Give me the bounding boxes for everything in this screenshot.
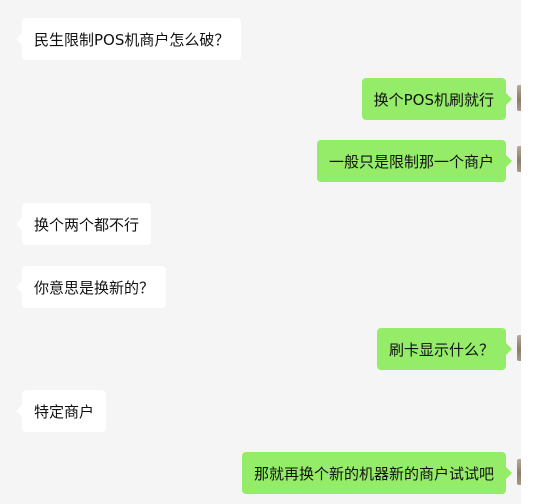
message-text: 换个两个都不行	[34, 215, 140, 234]
message-bubble-outgoing[interactable]: 刷卡显示什么？	[376, 328, 513, 370]
message-text: 一般只是限制那一个商户	[328, 152, 494, 171]
message-text: 那就再换个新的机器新的商户试试吧	[253, 464, 494, 483]
message-bubble-outgoing[interactable]: 那就再换个新的机器新的商户试试吧	[241, 452, 513, 494]
message-text: 换个POS机刷就行	[373, 90, 494, 109]
message-bubble-incoming[interactable]: 民生限制POS机商户怎么破？	[15, 18, 242, 60]
message-text: 刷卡显示什么？	[388, 340, 494, 359]
window-edge	[521, 0, 541, 504]
message-bubble-incoming[interactable]: 换个两个都不行	[15, 203, 152, 245]
message-bubble-outgoing[interactable]: 一般只是限制那一个商户	[316, 140, 513, 182]
message-bubble-incoming[interactable]: 特定商户	[15, 390, 107, 432]
message-text: 你意思是换新的？	[34, 278, 155, 297]
message-bubble-outgoing[interactable]: 换个POS机刷就行	[361, 78, 513, 120]
chat-area: 民生限制POS机商户怎么破？ 换个POS机刷就行 一般只是限制那一个商户 换个两…	[0, 0, 521, 504]
message-text: 民生限制POS机商户怎么破？	[34, 30, 230, 49]
message-bubble-incoming[interactable]: 你意思是换新的？	[15, 266, 167, 308]
message-text: 特定商户	[34, 402, 95, 421]
